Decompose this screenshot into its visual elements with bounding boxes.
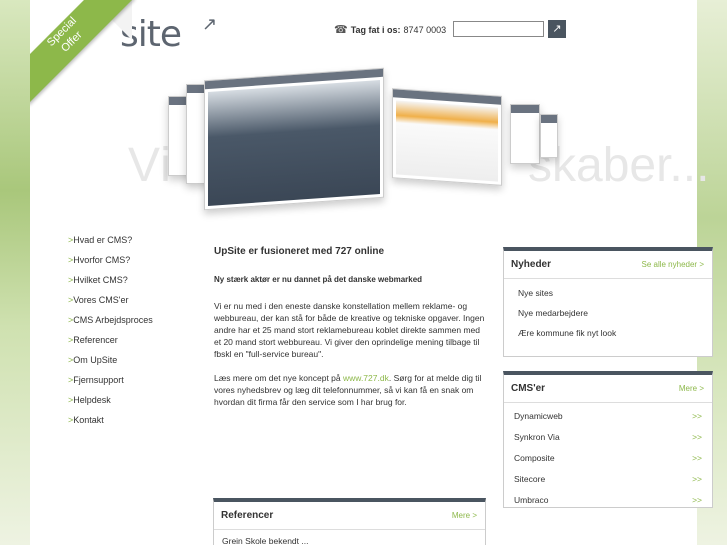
cms-list: Dynamicweb >> Synkron Via >> Composite >> S…	[504, 403, 712, 516]
search-input[interactable]	[453, 21, 544, 37]
article-paragraph-2: Læs mere om det nye koncept på www.727.d…	[214, 373, 482, 407]
all-news-link[interactable]: Se alle nyheder >	[642, 260, 705, 269]
main-content: UpSite er fusioneret med 727 online Ny s…	[214, 246, 486, 420]
hero-text-left: Vi	[128, 139, 172, 192]
references-more-link[interactable]: Mere >	[452, 511, 477, 520]
references-box: Referencer Mere > Grein Skole bekendt ..…	[213, 498, 486, 545]
cms-box: CMS'er Mere > Dynamicweb >> Synkron Via >>…	[503, 371, 713, 508]
cms-title: CMS'er	[511, 383, 546, 394]
contact-info: ☎ Tag fat i os: 8747 0003	[334, 23, 446, 36]
contact-phone: 8747 0003	[403, 24, 447, 35]
hero-screenshot	[510, 104, 540, 164]
nav-item-hvad-er-cms[interactable]: >Hvad er CMS?	[68, 232, 198, 252]
news-header: Nyheder Se alle nyheder >	[504, 251, 712, 279]
cms-row[interactable]: Composite >>	[514, 449, 702, 470]
news-item[interactable]: Nye sites	[518, 285, 698, 305]
left-background	[0, 0, 30, 545]
nav-item-om-upsite[interactable]: >Om UpSite	[68, 352, 198, 372]
side-navigation: >Hvad er CMS? >Hvorfor CMS? >Hvilket CMS…	[68, 232, 198, 432]
hero-screenshot-secondary	[392, 88, 502, 186]
references-title: Referencer	[221, 510, 274, 521]
article-title: UpSite er fusioneret med 727 online	[214, 246, 385, 257]
hero-screenshot	[540, 114, 558, 158]
references-header: Referencer Mere >	[214, 502, 485, 530]
cms-row[interactable]: Umbraco >>	[514, 491, 702, 512]
arrow-icon[interactable]: >>	[692, 407, 702, 428]
cms-row[interactable]: Sitecore >>	[514, 470, 702, 491]
special-offer-corner[interactable]: Special Offer	[30, 0, 140, 110]
news-title: Nyheder	[511, 259, 552, 270]
nav-item-hvilket-cms[interactable]: >Hvilket CMS?	[68, 272, 198, 292]
nav-item-cms-arbejdsproces[interactable]: >CMS Arbejdsproces	[68, 312, 198, 332]
cms-row[interactable]: Dynamicweb >>	[514, 407, 702, 428]
nav-item-kontakt[interactable]: >Kontakt	[68, 412, 198, 432]
nav-item-helpdesk[interactable]: >Helpdesk	[68, 392, 198, 412]
article-lead: Ny stærk aktør er nu dannet på det dansk…	[214, 275, 423, 284]
nav-item-referencer[interactable]: >Referencer	[68, 332, 198, 352]
arrow-icon[interactable]: >>	[692, 449, 702, 470]
website-link[interactable]: www.727.dk	[343, 373, 389, 383]
cms-row[interactable]: Synkron Via >>	[514, 428, 702, 449]
arrow-icon[interactable]: >>	[692, 470, 702, 491]
phone-icon: ☎	[334, 24, 348, 36]
hero-banner: Vi skaber...	[100, 67, 720, 220]
reference-item[interactable]: Grein Skole bekendt ...	[214, 530, 485, 545]
news-list: Nye sites Nye medarbejdere Ære kommune f…	[504, 279, 712, 351]
arrow-icon[interactable]: >>	[692, 491, 702, 512]
news-item[interactable]: Nye medarbejdere	[518, 305, 698, 325]
cms-header: CMS'er Mere >	[504, 375, 712, 403]
nav-item-vores-cms[interactable]: >Vores CMS'er	[68, 292, 198, 312]
cms-more-link[interactable]: Mere >	[679, 384, 704, 393]
nav-item-hvorfor-cms[interactable]: >Hvorfor CMS?	[68, 252, 198, 272]
arrow-icon[interactable]: >>	[692, 428, 702, 449]
news-item[interactable]: Ære kommune fik nyt look	[518, 325, 698, 345]
nav-item-fjernsupport[interactable]: >Fjernsupport	[68, 372, 198, 392]
contact-label: Tag fat i os:	[350, 24, 401, 35]
news-box: Nyheder Se alle nyheder > Nye sites Nye …	[503, 247, 713, 357]
hero-screenshot-main	[204, 67, 384, 211]
article-paragraph-1: Vi er nu med i den eneste danske konstel…	[214, 301, 485, 359]
page: Special Offer site ↗ ☎ Tag fat i os: 874…	[30, 0, 713, 545]
logo-arrow-icon: ↗	[202, 14, 218, 34]
search-button[interactable]: ↗	[548, 20, 566, 38]
